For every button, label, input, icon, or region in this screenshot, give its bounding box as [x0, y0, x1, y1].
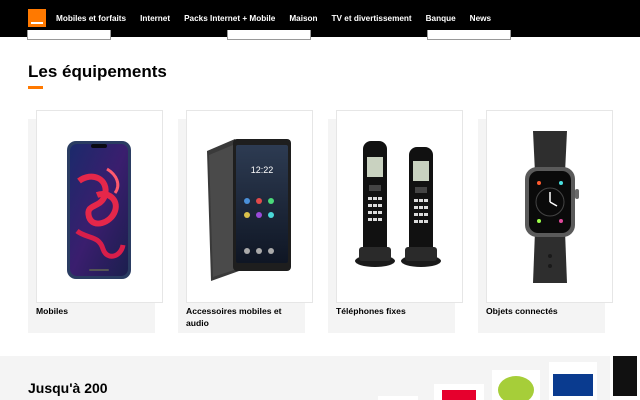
- mtv-logo: [610, 354, 640, 400]
- mtv-logo-mark: [613, 356, 637, 396]
- channel-logo-2: [434, 384, 484, 400]
- nav-item-packs[interactable]: Packs Internet + Mobile: [184, 14, 275, 23]
- nav-item-internet[interactable]: Internet: [140, 14, 170, 23]
- partial-button-2[interactable]: [227, 30, 311, 40]
- card-image-mobiles: [36, 110, 163, 303]
- card-image-objets-connectes: [486, 110, 613, 303]
- partial-button-3[interactable]: [427, 30, 511, 40]
- channel-logo-2-mark: [442, 390, 476, 400]
- logo-bar: [31, 22, 43, 24]
- card-image-accessoires: 12:22: [186, 110, 313, 303]
- gulli-logo-mark: [498, 376, 534, 400]
- card-image-telephones-fixes: [336, 110, 463, 303]
- nav-item-news[interactable]: News: [470, 14, 491, 23]
- band-title: Jusqu'à 200: [28, 380, 108, 396]
- cordless-phone-icon: [355, 141, 441, 267]
- card-accessoires[interactable]: 12:22 Accessoires mobiles et audio: [178, 110, 313, 333]
- nav-item-tv[interactable]: TV et divertissement: [332, 14, 412, 23]
- tf1-logo: [549, 362, 597, 400]
- tf1-logo-mark: [553, 374, 593, 396]
- card-mobiles[interactable]: Mobiles: [28, 110, 163, 333]
- card-label-mobiles: Mobiles: [36, 306, 68, 316]
- card-label-objets-connectes: Objets connectés: [486, 306, 558, 316]
- nav-item-banque[interactable]: Banque: [426, 14, 456, 23]
- channel-logo-1: [378, 396, 418, 400]
- gulli-logo: [492, 370, 540, 400]
- smartphone-icon: [67, 141, 131, 279]
- section-title: Les équipements: [28, 62, 167, 81]
- smartwatch-icon: [525, 131, 579, 283]
- title-underline: [28, 86, 43, 89]
- card-label-accessoires: Accessoires mobiles et audio: [186, 306, 282, 328]
- card-objets-connectes[interactable]: Objets connectés: [478, 110, 613, 333]
- partial-button-1[interactable]: [27, 30, 111, 40]
- nav-item-mobiles[interactable]: Mobiles et forfaits: [56, 14, 126, 23]
- orange-logo[interactable]: [28, 9, 46, 27]
- nav-item-maison[interactable]: Maison: [289, 14, 317, 23]
- svg-text:12:22: 12:22: [251, 165, 274, 175]
- card-label-telephones-fixes: Téléphones fixes: [336, 306, 406, 316]
- card-telephones-fixes[interactable]: Téléphones fixes: [328, 110, 463, 333]
- phone-case-icon: 12:22: [207, 139, 291, 281]
